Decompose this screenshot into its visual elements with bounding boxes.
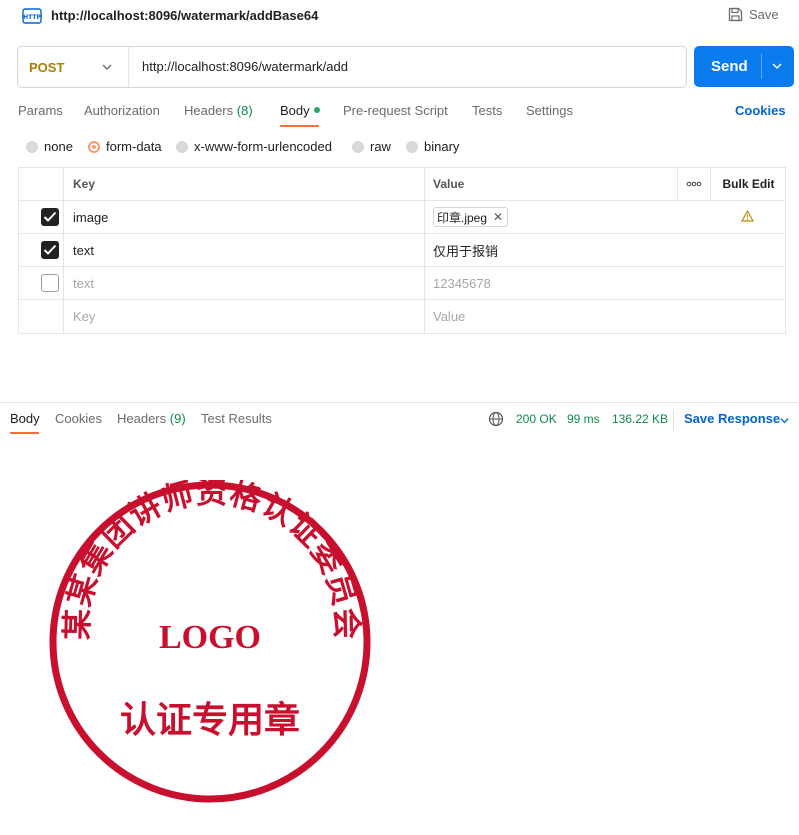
table-row-new: Key Value	[19, 300, 785, 333]
separator	[673, 410, 674, 430]
save-label: Save	[749, 7, 779, 22]
tab-body[interactable]: Body	[280, 103, 320, 118]
table-row: text 12345678	[19, 267, 785, 300]
svg-text:HTTP: HTTP	[23, 14, 41, 21]
http-icon: HTTP	[22, 8, 42, 24]
file-name: 印章.jpeg	[437, 210, 488, 225]
value-column-header: Value	[433, 177, 465, 191]
table-header-row: Key Value Bulk Edit	[19, 168, 785, 201]
warning-icon[interactable]	[741, 210, 754, 222]
radio-circle	[406, 140, 418, 153]
cookies-link[interactable]: Cookies	[735, 103, 786, 118]
value-input[interactable]: Value	[425, 300, 677, 333]
headers-count: (8)	[236, 103, 253, 118]
row-checkbox[interactable]	[41, 274, 59, 292]
request-title: http://localhost:8096/watermark/addBase6…	[51, 8, 319, 23]
form-data-table: Key Value Bulk Edit image 印章.jpeg ✕ text…	[18, 167, 786, 334]
close-icon[interactable]: ✕	[493, 210, 503, 224]
title-bar: HTTP http://localhost:8096/watermark/add…	[0, 0, 799, 32]
radio-none[interactable]: none	[26, 139, 73, 154]
globe-icon[interactable]	[488, 411, 504, 427]
tab-settings[interactable]: Settings	[526, 103, 573, 118]
seal-bottom-text: 认证专用章	[120, 699, 300, 741]
body-indicator-dot	[313, 107, 320, 113]
key-input[interactable]: Key	[64, 300, 425, 333]
send-divider	[761, 54, 762, 79]
radio-circle	[176, 140, 188, 153]
chevron-down-icon	[102, 64, 112, 70]
response-size[interactable]: 136.22 KB	[612, 412, 668, 426]
request-bar: POST http://localhost:8096/watermark/add	[17, 46, 687, 88]
response-active-underline	[10, 432, 39, 434]
tab-headers[interactable]: Headers (8)	[184, 103, 253, 118]
more-options-icon[interactable]	[677, 168, 710, 200]
radio-circle	[352, 140, 364, 153]
tab-authorization[interactable]: Authorization	[84, 103, 160, 118]
seal-ring-text: 某某集团讲师资格认证委员会	[60, 480, 365, 640]
key-cell[interactable]: image	[64, 201, 425, 233]
tab-pre-request-script[interactable]: Pre-request Script	[343, 103, 448, 118]
row-checkbox[interactable]	[41, 241, 59, 259]
tab-response-body[interactable]: Body	[10, 411, 40, 426]
seal-logo-text: LOGO	[159, 619, 261, 656]
tab-params[interactable]: Params	[18, 103, 63, 118]
file-chip[interactable]: 印章.jpeg ✕	[433, 207, 509, 227]
tab-response-headers[interactable]: Headers (9)	[117, 411, 186, 426]
table-row: text 仅用于报销	[19, 234, 785, 267]
method-label: POST	[29, 59, 65, 75]
radio-form-data[interactable]: form-data	[88, 139, 162, 154]
save-icon	[728, 7, 743, 22]
response-headers-count: (9)	[169, 411, 186, 426]
send-label: Send	[711, 58, 748, 75]
chevron-down-icon[interactable]	[771, 60, 783, 72]
key-cell[interactable]: text	[64, 267, 425, 299]
chevron-down-icon[interactable]	[779, 415, 790, 426]
response-time[interactable]: 99 ms	[567, 412, 600, 426]
send-button[interactable]: Send	[694, 46, 794, 87]
value-cell[interactable]: 印章.jpeg ✕	[425, 201, 677, 233]
radio-x-www-form-urlencoded[interactable]: x-www-form-urlencoded	[176, 139, 332, 154]
radio-raw[interactable]: raw	[352, 139, 391, 154]
value-cell[interactable]: 仅用于报销	[425, 234, 677, 266]
pane-divider[interactable]	[0, 402, 799, 403]
save-button[interactable]: Save	[728, 7, 779, 22]
radio-circle-selected	[88, 140, 100, 153]
row-checkbox[interactable]	[41, 208, 59, 226]
value-cell[interactable]: 12345678	[425, 267, 677, 299]
save-response-button[interactable]: Save Response	[684, 411, 780, 426]
status-code[interactable]: 200 OK	[516, 412, 557, 426]
key-cell[interactable]: text	[64, 234, 425, 266]
url-input[interactable]: http://localhost:8096/watermark/add	[142, 59, 348, 74]
method-select[interactable]: POST	[18, 47, 129, 87]
active-tab-underline	[280, 125, 319, 127]
tab-tests[interactable]: Tests	[472, 103, 502, 118]
table-row: image 印章.jpeg ✕	[19, 201, 785, 234]
key-column-header: Key	[64, 168, 425, 200]
radio-binary[interactable]: binary	[406, 139, 459, 154]
tab-response-cookies[interactable]: Cookies	[55, 411, 102, 426]
radio-circle	[26, 140, 38, 153]
bulk-edit-button[interactable]: Bulk Edit	[710, 168, 786, 200]
tab-test-results[interactable]: Test Results	[201, 411, 272, 426]
seal-image: 某某集团讲师资格认证委员会 LOGO 认证专用章	[49, 480, 371, 803]
